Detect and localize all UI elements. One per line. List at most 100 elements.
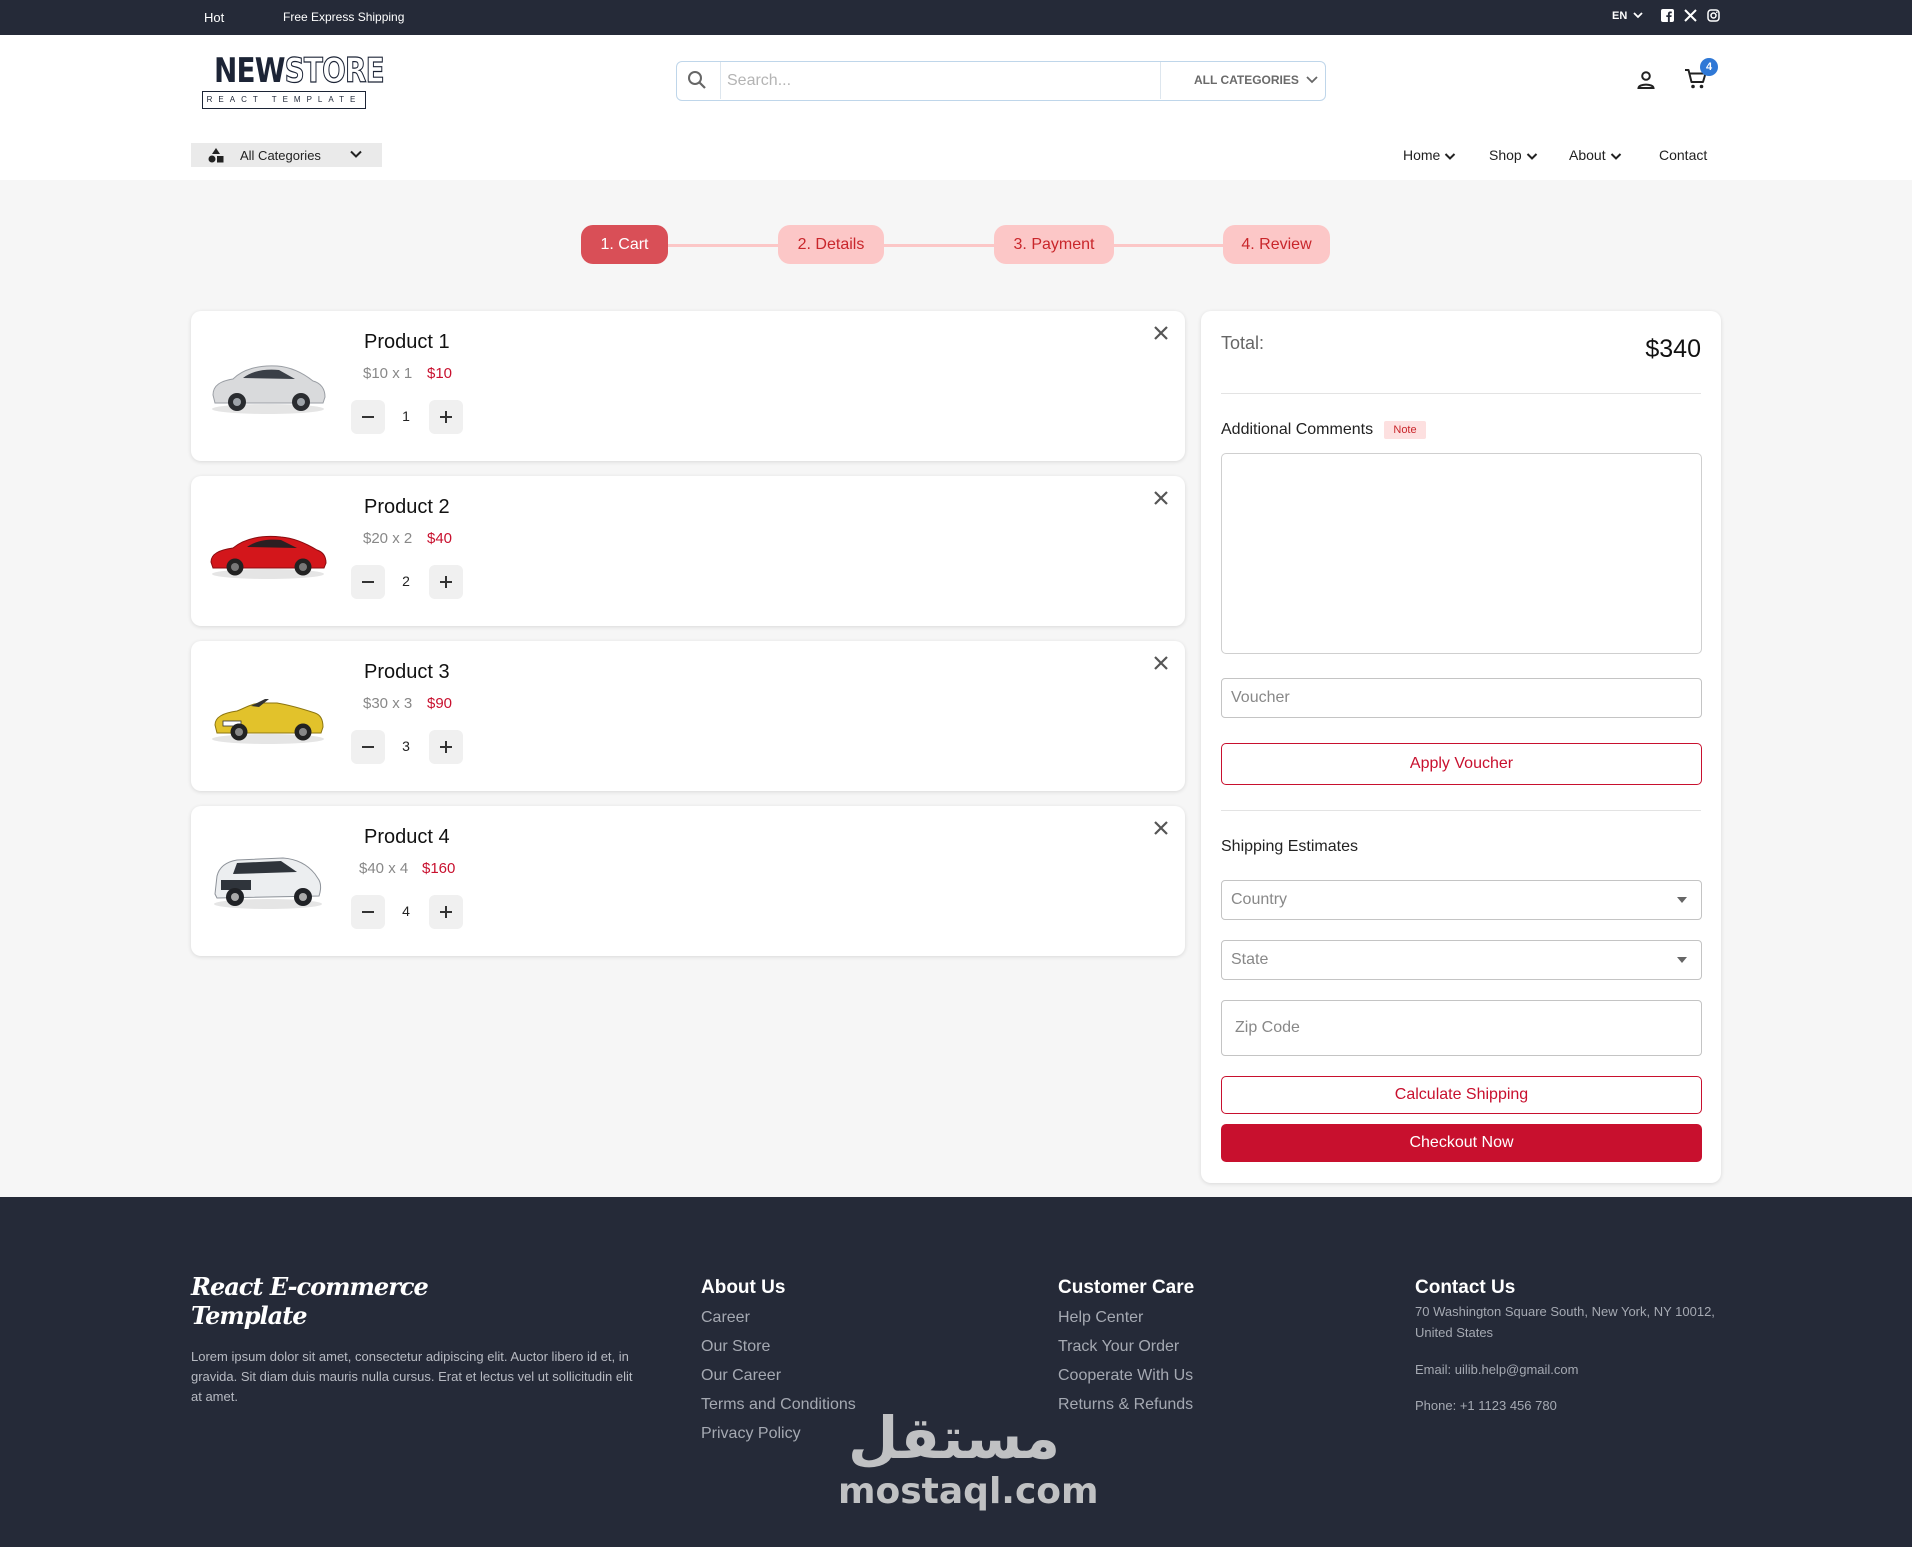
- product-quantity: 4: [402, 903, 410, 919]
- decrease-quantity-button[interactable]: [351, 400, 385, 434]
- total-label: Total:: [1221, 333, 1265, 353]
- plus-icon: [440, 906, 452, 918]
- footer-link-terms[interactable]: Terms and Conditions: [701, 1396, 856, 1414]
- about-us-heading: About Us: [701, 1277, 786, 1298]
- state-select-label: State: [1231, 951, 1269, 968]
- divider: [1221, 393, 1701, 394]
- footer-link-help-center[interactable]: Help Center: [1058, 1309, 1143, 1327]
- nav-contact-label: Contact: [1659, 147, 1708, 163]
- product-image: [212, 699, 324, 744]
- remove-item-close-icon[interactable]: [1153, 655, 1169, 671]
- search-bar: ALL CATEGORIES: [676, 61, 1326, 101]
- language-selector[interactable]: EN: [1612, 10, 1643, 22]
- footer-brand-line2: Template: [191, 1301, 308, 1330]
- user-icon[interactable]: [1636, 70, 1656, 90]
- remove-item-close-icon[interactable]: [1153, 325, 1169, 341]
- nav-shop-label: Shop: [1489, 147, 1522, 163]
- footer-link-track-order[interactable]: Track Your Order: [1058, 1338, 1179, 1356]
- product-total-price: $10: [427, 365, 453, 382]
- language-label: EN: [1612, 10, 1628, 22]
- increase-quantity-button[interactable]: [429, 565, 463, 599]
- free-shipping-label: Free Express Shipping: [283, 10, 405, 24]
- footer-link-returns[interactable]: Returns & Refunds: [1058, 1396, 1193, 1414]
- chevron-down-icon: [1306, 76, 1318, 84]
- search-icon[interactable]: [687, 70, 707, 90]
- additional-comments-label: Additional Comments: [1221, 421, 1374, 438]
- nav-contact[interactable]: Contact: [1659, 147, 1707, 163]
- nav-shop[interactable]: Shop: [1489, 147, 1538, 163]
- all-categories-label: All Categories: [240, 148, 321, 163]
- order-summary-panel: Total: $340 Additional Comments Note Vou…: [1201, 311, 1721, 1183]
- increase-quantity-button[interactable]: [429, 400, 463, 434]
- decrease-quantity-button[interactable]: [351, 730, 385, 764]
- contact-phone[interactable]: Phone: +1 1123 456 780: [1415, 1395, 1715, 1416]
- caret-down-icon: [1677, 957, 1687, 963]
- voucher-input[interactable]: Voucher: [1221, 678, 1702, 718]
- all-categories-dropdown[interactable]: All Categories: [191, 143, 382, 167]
- search-category-dropdown[interactable]: ALL CATEGORIES: [1194, 73, 1318, 87]
- additional-comments-textarea[interactable]: [1221, 453, 1702, 654]
- step-review[interactable]: 4. Review: [1223, 225, 1330, 264]
- x-icon[interactable]: [1683, 9, 1697, 23]
- logo-wordmark: NEWSTORE: [214, 50, 385, 91]
- total-value: $340: [1645, 335, 1701, 363]
- plus-icon: [440, 741, 452, 753]
- remove-item-close-icon[interactable]: [1153, 490, 1169, 506]
- stepper-line: [650, 244, 1260, 247]
- calculate-shipping-button[interactable]: Calculate Shipping: [1221, 1076, 1702, 1114]
- product-quantity: 1: [402, 408, 410, 424]
- apply-voucher-button[interactable]: Apply Voucher: [1221, 743, 1702, 785]
- product-total-price: $40: [427, 530, 453, 547]
- facebook-icon[interactable]: [1660, 9, 1674, 23]
- plus-icon: [440, 576, 452, 588]
- minus-icon: [362, 911, 374, 913]
- step-cart[interactable]: 1. Cart: [581, 225, 668, 264]
- product-total-price: $90: [427, 695, 453, 712]
- cart-item: Product 1 $10 x 1 $10 1: [191, 311, 1185, 461]
- logo-store: STORE: [284, 50, 385, 91]
- chevron-down-icon: [350, 150, 362, 158]
- decrease-quantity-button[interactable]: [351, 565, 385, 599]
- search-input[interactable]: [720, 62, 1161, 99]
- footer-link-our-career[interactable]: Our Career: [701, 1367, 781, 1385]
- country-select[interactable]: Country: [1221, 880, 1702, 920]
- footer-description: Lorem ipsum dolor sit amet, consectetur …: [191, 1349, 633, 1404]
- footer-link-privacy[interactable]: Privacy Policy: [701, 1425, 801, 1443]
- minus-icon: [362, 416, 374, 418]
- product-unit-price: $20 x 2: [363, 530, 413, 547]
- product-unit-price: $10 x 1: [363, 365, 413, 382]
- product-total-price: $160: [422, 860, 456, 877]
- contact-email[interactable]: Email: uilib.help@gmail.com: [1415, 1359, 1715, 1380]
- product-name: Product 4: [364, 826, 450, 848]
- nav-about[interactable]: About: [1569, 147, 1622, 163]
- zip-code-placeholder: Zip Code: [1235, 1019, 1300, 1036]
- footer-link-career[interactable]: Career: [701, 1309, 750, 1327]
- store-logo[interactable]: NEWSTORE REACT TEMPLATE: [200, 49, 385, 113]
- product-image: [212, 365, 326, 414]
- voucher-placeholder: Voucher: [1231, 689, 1290, 706]
- header: NEWSTORE REACT TEMPLATE ALL CATEGORIES 4…: [0, 35, 1912, 180]
- chevron-down-icon: [1526, 153, 1537, 161]
- product-image: [210, 535, 327, 579]
- state-select[interactable]: State: [1221, 940, 1702, 980]
- step-payment[interactable]: 3. Payment: [994, 225, 1114, 264]
- footer-brand: React E-commerce Template: [191, 1272, 429, 1330]
- hot-label: Hot: [204, 10, 225, 25]
- note-badge: Note: [1384, 421, 1426, 439]
- zip-code-input[interactable]: Zip Code: [1221, 1000, 1702, 1056]
- product-name: Product 1: [364, 331, 450, 353]
- increase-quantity-button[interactable]: [429, 895, 463, 929]
- increase-quantity-button[interactable]: [429, 730, 463, 764]
- product-name: Product 3: [364, 661, 450, 683]
- step-details[interactable]: 2. Details: [778, 225, 884, 264]
- footer-link-cooperate[interactable]: Cooperate With Us: [1058, 1367, 1193, 1385]
- instagram-icon[interactable]: [1706, 9, 1720, 23]
- footer-link-our-store[interactable]: Our Store: [701, 1338, 770, 1356]
- nav-home[interactable]: Home: [1403, 147, 1456, 163]
- remove-item-close-icon[interactable]: [1153, 820, 1169, 836]
- watermark: مستقل mostaql.com: [838, 1403, 1099, 1521]
- chevron-down-icon: [1610, 153, 1621, 161]
- decrease-quantity-button[interactable]: [351, 895, 385, 929]
- plus-icon: [440, 411, 452, 423]
- checkout-now-button[interactable]: Checkout Now: [1221, 1124, 1702, 1162]
